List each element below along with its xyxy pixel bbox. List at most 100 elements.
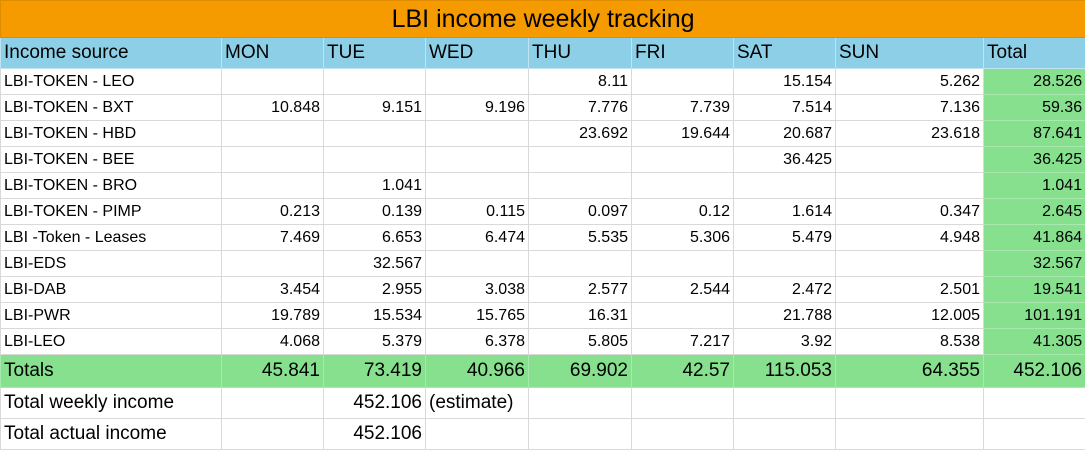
day-total-cell: 115.053 bbox=[733, 354, 836, 388]
value-cell: 16.31 bbox=[528, 302, 632, 329]
value-cell bbox=[528, 172, 632, 199]
value-cell: 9.151 bbox=[323, 94, 426, 121]
table-row: LBI-EDS 32.567 32.567 bbox=[0, 250, 1085, 277]
value-cell: 15.534 bbox=[323, 302, 426, 329]
value-cell: 0.115 bbox=[425, 198, 529, 225]
weekly-income-row: Total weekly income 452.106 (estimate) bbox=[0, 387, 1085, 419]
value-cell: 19.789 bbox=[221, 302, 324, 329]
value-cell bbox=[425, 172, 529, 199]
income-source-cell: LBI-LEO bbox=[0, 328, 222, 355]
value-cell: 10.848 bbox=[221, 94, 324, 121]
income-source-cell: LBI-TOKEN - BEE bbox=[0, 146, 222, 173]
value-cell bbox=[425, 250, 529, 277]
income-source-cell: LBI-PWR bbox=[0, 302, 222, 329]
value-cell: 4.068 bbox=[221, 328, 324, 355]
actual-income-label: Total actual income bbox=[0, 418, 222, 450]
totals-label: Totals bbox=[0, 354, 222, 388]
value-cell: 7.776 bbox=[528, 94, 632, 121]
table-row: LBI-LEO 4.068 5.379 6.378 5.805 7.217 3.92 8.53… bbox=[0, 328, 1085, 355]
day-total-cell: 69.902 bbox=[528, 354, 632, 388]
empty-cell bbox=[425, 418, 529, 450]
row-total-cell: 32.567 bbox=[982, 250, 1085, 277]
empty-cell bbox=[631, 418, 734, 450]
value-cell: 36.425 bbox=[733, 146, 836, 173]
value-cell: 5.805 bbox=[528, 328, 632, 355]
value-cell: 15.154 bbox=[733, 68, 836, 95]
value-cell: 2.577 bbox=[528, 276, 632, 303]
value-cell bbox=[631, 172, 734, 199]
income-source-cell: LBI-TOKEN - LEO bbox=[0, 68, 222, 95]
value-cell: 1.041 bbox=[323, 172, 426, 199]
value-cell: 23.618 bbox=[835, 120, 984, 147]
header-cell: SUN bbox=[835, 37, 984, 69]
value-cell: 5.262 bbox=[835, 68, 984, 95]
value-cell bbox=[835, 250, 984, 277]
value-cell: 23.692 bbox=[528, 120, 632, 147]
value-cell: 9.196 bbox=[425, 94, 529, 121]
value-cell: 6.653 bbox=[323, 224, 426, 251]
table-row: LBI-PWR 19.789 15.534 15.765 16.31 21.788 12.0… bbox=[0, 302, 1085, 329]
value-cell bbox=[425, 146, 529, 173]
value-cell bbox=[221, 172, 324, 199]
value-cell bbox=[323, 68, 426, 95]
value-cell bbox=[631, 250, 734, 277]
day-total-cell: 40.966 bbox=[425, 354, 529, 388]
value-cell: 2.544 bbox=[631, 276, 734, 303]
row-total-cell: 2.645 bbox=[982, 198, 1085, 225]
table-row: LBI-TOKEN - BRO 1.041 1.041 bbox=[0, 172, 1085, 199]
value-cell: 7.469 bbox=[221, 224, 324, 251]
value-cell: 7.739 bbox=[631, 94, 734, 121]
day-total-cell: 64.355 bbox=[835, 354, 984, 388]
value-cell bbox=[323, 146, 426, 173]
table-row: LBI-TOKEN - BEE 36.425 36.425 bbox=[0, 146, 1085, 173]
income-source-cell: LBI-TOKEN - BXT bbox=[0, 94, 222, 121]
value-cell: 21.788 bbox=[733, 302, 836, 329]
income-source-cell: LBI-TOKEN - HBD bbox=[0, 120, 222, 147]
value-cell: 5.306 bbox=[631, 224, 734, 251]
empty-cell bbox=[221, 418, 324, 450]
value-cell bbox=[631, 146, 734, 173]
totals-row: Totals 45.841 73.419 40.966 69.902 42.57 115.0… bbox=[0, 354, 1085, 388]
table-row: LBI-TOKEN - PIMP 0.213 0.139 0.115 0.097 0.12… bbox=[0, 198, 1085, 225]
weekly-income-label: Total weekly income bbox=[0, 387, 222, 419]
table-row: LBI -Token - Leases 7.469 6.653 6.474 5.535 5… bbox=[0, 224, 1085, 251]
value-cell bbox=[221, 120, 324, 147]
value-cell: 2.501 bbox=[835, 276, 984, 303]
value-cell bbox=[323, 120, 426, 147]
value-cell: 8.538 bbox=[835, 328, 984, 355]
value-cell: 15.765 bbox=[425, 302, 529, 329]
value-cell bbox=[733, 250, 836, 277]
table-row: LBI-TOKEN - HBD 23.692 19.644 20.687 23.618 8… bbox=[0, 120, 1085, 147]
value-cell bbox=[221, 250, 324, 277]
value-cell: 0.12 bbox=[631, 198, 734, 225]
value-cell: 7.514 bbox=[733, 94, 836, 121]
empty-cell bbox=[631, 387, 734, 419]
row-total-cell: 19.541 bbox=[982, 276, 1085, 303]
value-cell: 5.379 bbox=[323, 328, 426, 355]
empty-cell bbox=[528, 387, 632, 419]
value-cell: 6.474 bbox=[425, 224, 529, 251]
value-cell: 0.213 bbox=[221, 198, 324, 225]
value-cell: 5.479 bbox=[733, 224, 836, 251]
value-cell: 8.11 bbox=[528, 68, 632, 95]
header-cell: TUE bbox=[323, 37, 426, 69]
actual-income-row: Total actual income 452.106 bbox=[0, 418, 1085, 450]
income-table: LBI income weekly tracking Income source… bbox=[0, 0, 1085, 450]
income-source-cell: LBI-TOKEN - PIMP bbox=[0, 198, 222, 225]
income-source-cell: LBI-DAB bbox=[0, 276, 222, 303]
value-cell: 1.614 bbox=[733, 198, 836, 225]
value-cell: 4.948 bbox=[835, 224, 984, 251]
value-cell bbox=[221, 146, 324, 173]
value-cell: 7.136 bbox=[835, 94, 984, 121]
actual-income-value: 452.106 bbox=[323, 418, 426, 450]
empty-cell bbox=[835, 387, 984, 419]
value-cell bbox=[425, 120, 529, 147]
header-cell: THU bbox=[528, 37, 632, 69]
row-total-cell: 36.425 bbox=[982, 146, 1085, 173]
empty-cell bbox=[528, 418, 632, 450]
row-total-cell: 1.041 bbox=[982, 172, 1085, 199]
value-cell: 12.005 bbox=[835, 302, 984, 329]
value-cell bbox=[631, 302, 734, 329]
empty-cell bbox=[982, 387, 1085, 419]
value-cell: 20.687 bbox=[733, 120, 836, 147]
